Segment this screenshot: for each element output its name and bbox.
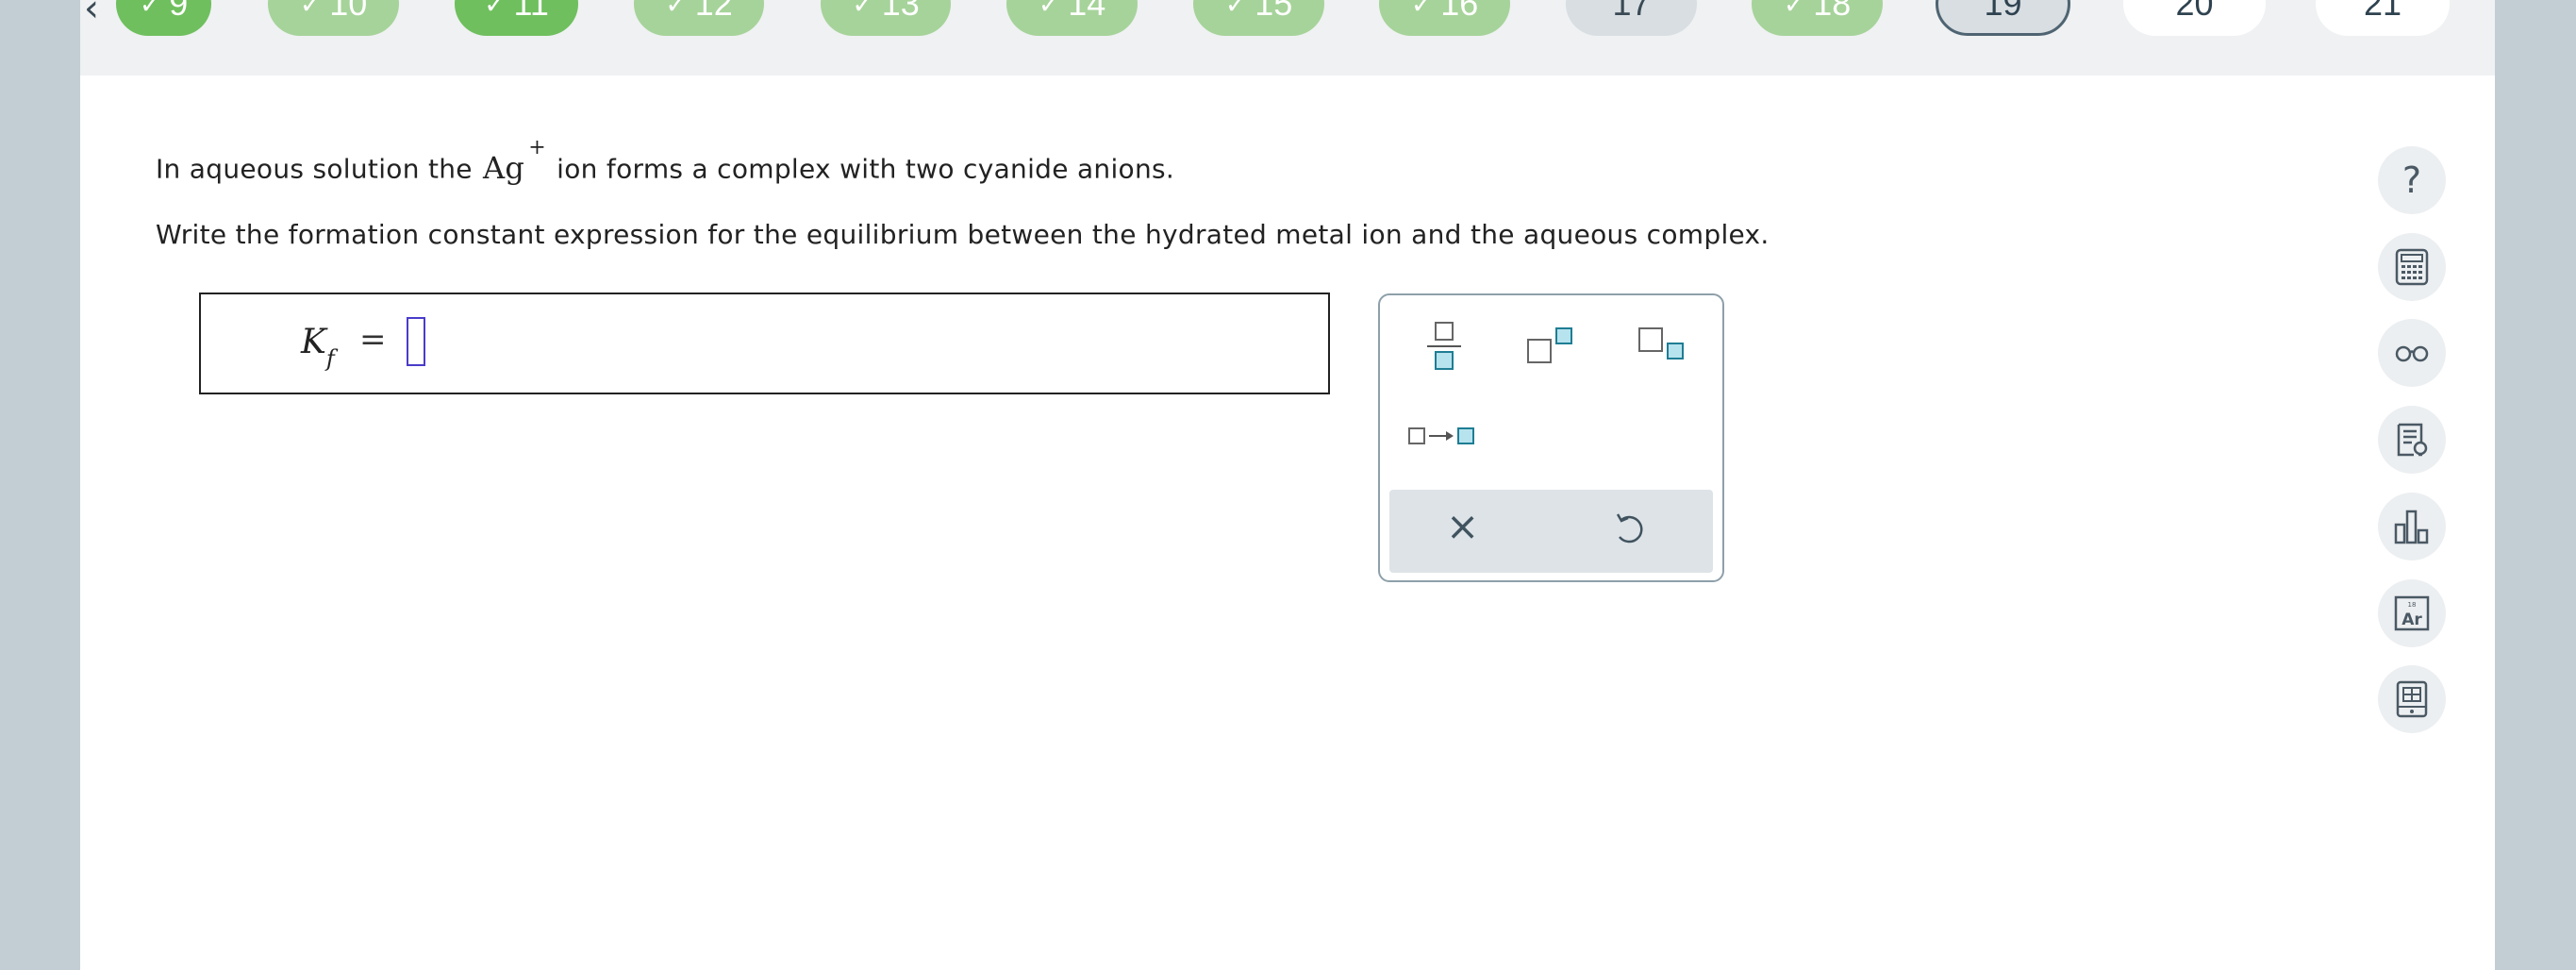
- reference-tablet-icon: [2396, 680, 2428, 718]
- help-icon: ?: [2401, 159, 2422, 201]
- question-number: 11: [513, 0, 549, 23]
- formation-constant-symbol: Kf: [301, 323, 335, 372]
- question-number: 14: [1068, 0, 1106, 23]
- clear-button[interactable]: ×: [1446, 507, 1479, 546]
- superscript-icon[interactable]: [1523, 316, 1589, 382]
- question-number: 21: [2363, 0, 2402, 23]
- question-10-button[interactable]: ✓ 10: [268, 0, 399, 36]
- ion-symbol: Ag: [483, 149, 525, 186]
- periodic-table-icon: 18 Ar: [2394, 595, 2430, 631]
- glasses-icon: [2395, 345, 2429, 362]
- check-icon: ✓: [852, 0, 874, 19]
- question-18-button[interactable]: ✓ 18: [1752, 0, 1883, 36]
- periodic-table-button[interactable]: 18 Ar: [2378, 579, 2446, 647]
- question-13-button[interactable]: ✓ 13: [821, 0, 951, 36]
- fraction-icon[interactable]: [1420, 316, 1476, 382]
- undo-icon[interactable]: [1610, 507, 1648, 550]
- check-icon: ✓: [1783, 0, 1806, 19]
- question-number: 12: [694, 0, 733, 23]
- question-number: 15: [1255, 0, 1293, 23]
- question-navigation-bar: ‹ ✓ 9 ✓ 10 ✓ 11 ✓ 12 ✓ 13 ✓ 14 ✓ 15 ✓ 16…: [80, 0, 2495, 75]
- calculator-icon: [2395, 248, 2429, 286]
- k-symbol: K: [301, 323, 326, 361]
- check-icon: ✓: [484, 0, 507, 19]
- subscript-icon[interactable]: [1635, 316, 1701, 382]
- reader-glasses-button[interactable]: [2378, 319, 2446, 387]
- explanation-icon: [2397, 423, 2428, 457]
- question-14-button[interactable]: ✓ 14: [1006, 0, 1138, 36]
- question-11-button[interactable]: ✓ 11: [455, 0, 578, 36]
- question-19-button[interactable]: 19: [1936, 0, 2070, 36]
- question-20-button[interactable]: 20: [2123, 0, 2266, 36]
- question-number: 17: [1612, 0, 1651, 23]
- chart-icon: [2394, 510, 2429, 544]
- question-17-button[interactable]: 17: [1566, 0, 1697, 36]
- f-subscript: f: [325, 345, 335, 373]
- check-icon: ✓: [665, 0, 688, 19]
- calculator-button[interactable]: [2378, 233, 2446, 301]
- reaction-arrow-icon[interactable]: [1404, 416, 1489, 454]
- equals-sign: =: [359, 321, 387, 359]
- question-21-button[interactable]: 21: [2316, 0, 2450, 36]
- question-text-end: ion forms a complex with two cyanide ani…: [557, 153, 1175, 185]
- question-text-start: In aqueous solution the: [156, 153, 473, 185]
- svg-text:Ar: Ar: [2401, 610, 2422, 629]
- reference-button[interactable]: [2378, 665, 2446, 733]
- ion-charge: +: [528, 136, 546, 159]
- question-number: 13: [881, 0, 920, 23]
- question-number: 18: [1813, 0, 1852, 23]
- main-page: ‹ ✓ 9 ✓ 10 ✓ 11 ✓ 12 ✓ 13 ✓ 14 ✓ 15 ✓ 16…: [80, 0, 2495, 970]
- question-number: 10: [329, 0, 368, 23]
- question-number: 16: [1440, 0, 1479, 23]
- question-12-button[interactable]: ✓ 12: [634, 0, 764, 36]
- explanation-button[interactable]: [2378, 406, 2446, 474]
- question-number: 20: [2175, 0, 2214, 23]
- question-16-button[interactable]: ✓ 16: [1379, 0, 1510, 36]
- question-statement: In aqueous solution the Ag+ ion forms a …: [156, 136, 1175, 186]
- check-icon: ✓: [1224, 0, 1248, 19]
- chevron-left-icon[interactable]: ‹: [84, 0, 99, 30]
- check-icon: ✓: [1410, 0, 1434, 19]
- help-button[interactable]: ?: [2378, 146, 2446, 214]
- check-icon: ✓: [139, 0, 162, 19]
- math-palette: ×: [1378, 293, 1724, 582]
- answer-cursor-slot[interactable]: [407, 317, 425, 366]
- palette-footer: ×: [1389, 490, 1713, 573]
- check-icon: ✓: [299, 0, 323, 19]
- question-instruction: Write the formation constant expression …: [156, 219, 1770, 250]
- data-chart-button[interactable]: [2378, 493, 2446, 560]
- question-9-button[interactable]: ✓ 9: [116, 0, 211, 36]
- silver-ion: Ag+: [483, 136, 546, 186]
- question-15-button[interactable]: ✓ 15: [1193, 0, 1324, 36]
- question-number: 19: [1984, 0, 2022, 23]
- answer-input-area[interactable]: Kf =: [199, 293, 1330, 394]
- svg-text:18: 18: [2408, 601, 2417, 609]
- question-number: 9: [169, 0, 189, 23]
- check-icon: ✓: [1038, 0, 1061, 19]
